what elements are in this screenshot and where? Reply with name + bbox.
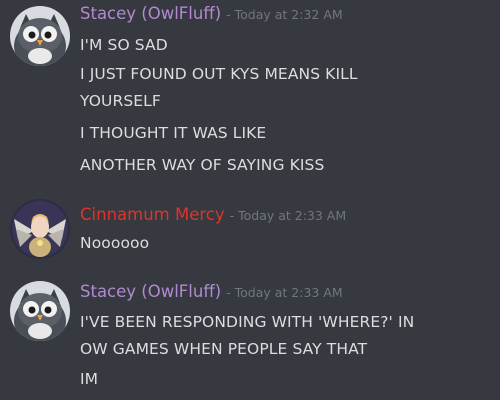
message-text: IM [80,370,99,388]
message-text: I THOUGHT IT WAS LIKE [80,124,267,142]
message-header: Stacey (OwlFluff) - Today at 2:33 AM [80,280,343,304]
timestamp: - Today at 2:33 AM [226,285,343,300]
timestamp: - Today at 2:32 AM [226,7,343,22]
message-header: Cinnamum Mercy - Today at 2:33 AM [80,203,346,227]
mercy-avatar-icon[interactable] [10,199,70,259]
chat-messages: Stacey (OwlFluff) - Today at 2:32 AM I'M … [0,0,500,400]
username[interactable]: Cinnamum Mercy [80,205,225,224]
username[interactable]: Stacey (OwlFluff) [80,4,221,23]
owl-avatar-icon[interactable] [10,281,70,341]
message-text: ANOTHER WAY OF SAYING KISS [80,156,325,174]
username[interactable]: Stacey (OwlFluff) [80,282,221,301]
owl-avatar-icon[interactable] [10,6,70,66]
message-text: OW GAMES WHEN PEOPLE SAY THAT [80,340,368,358]
message-text: I'VE BEEN RESPONDING WITH 'WHERE?' IN [80,313,415,331]
message-text: I'M SO SAD [80,36,168,54]
message-text: YOURSELF [80,92,161,110]
message-text: Noooooo [80,234,150,252]
message-text: I JUST FOUND OUT KYS MEANS KILL [80,65,358,83]
timestamp: - Today at 2:33 AM [229,208,347,223]
message-header: Stacey (OwlFluff) - Today at 2:32 AM [80,2,343,26]
